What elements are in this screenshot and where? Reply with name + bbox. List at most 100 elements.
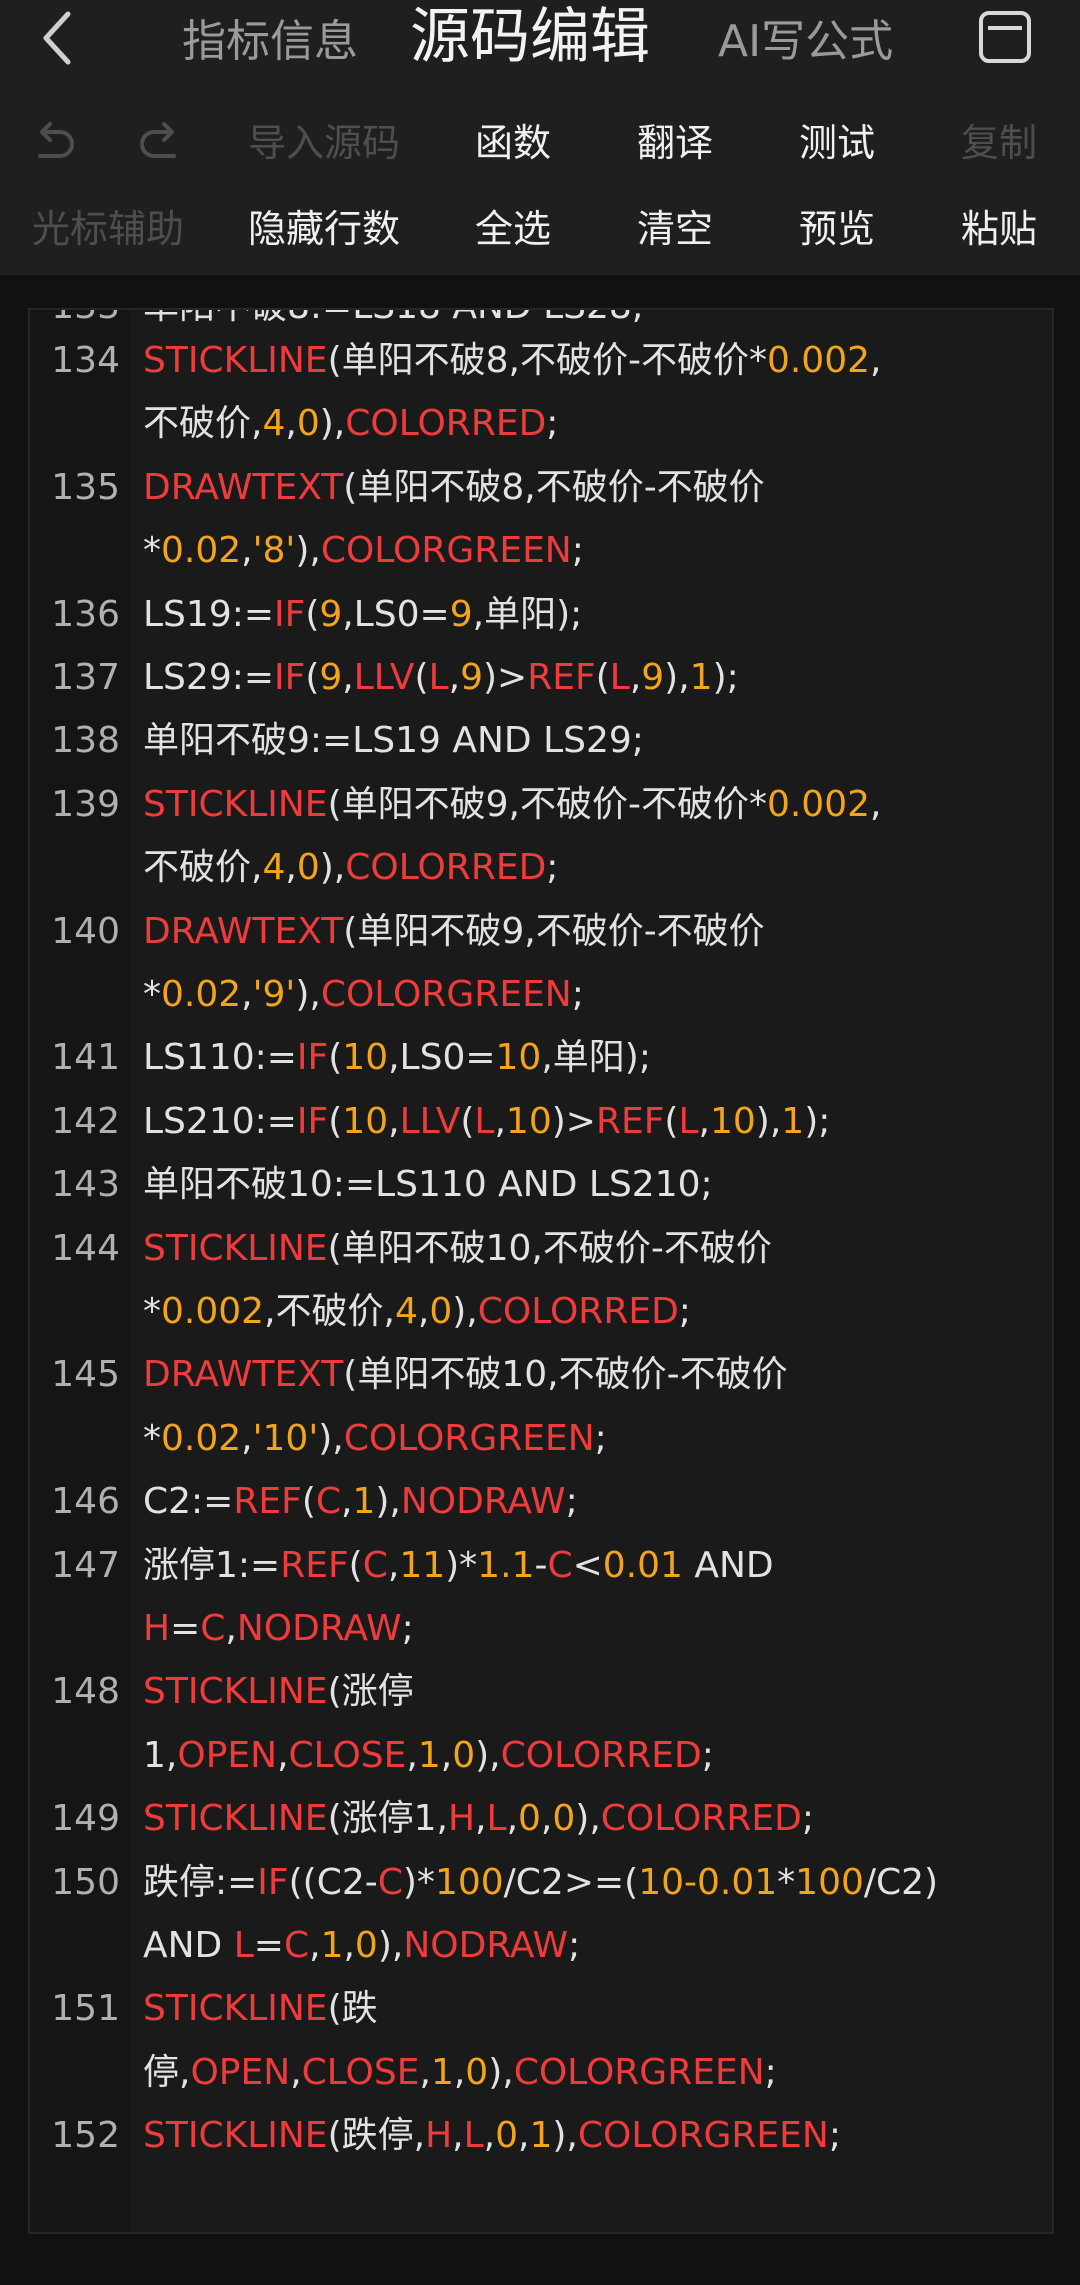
code-text: , [309,1925,321,1966]
code-line[interactable]: 涨停1:=REF(C,11)*1.1-C<0.01 AND [143,1541,774,1591]
code-line[interactable]: *0.02,'10'),COLORGREEN; [143,1414,607,1464]
function-button[interactable]: 函数 [438,118,588,168]
code-text: ; [701,1734,714,1776]
code-text: , [388,1100,400,1142]
import-source-button[interactable]: 导入源码 [248,118,400,168]
code-line[interactable]: C2:=REF(C,1),NODRAW; [143,1477,578,1527]
code-text: (单阳不破9,不破价-不破价* [327,783,767,825]
code-keyword: C [283,1925,310,1966]
cursor-assist-button[interactable]: 光标辅助 [32,204,184,254]
code-line[interactable]: LS29:=IF(9,LLV(L,9)>REF(L,9),1); [143,653,739,703]
code-line[interactable]: STICKLINE(单阳不破9,不破价-不破价*0.002, [143,780,881,830]
code-text: LS210:= [143,1100,297,1142]
line-number: 142 [51,1100,120,1142]
tab-ai-formula[interactable]: AI写公式 [718,14,893,70]
code-number: 0 [354,1925,378,1966]
code-editor[interactable]: 133 单阳不破8:=LS18 AND LS28; 134STICKLINE(单… [28,308,1054,2234]
code-line[interactable]: 不破价,4,0),COLORRED; [143,399,558,449]
code-text: , [417,1291,430,1332]
code-line[interactable]: *0.02,'8'),COLORGREEN; [143,526,584,576]
code-number: 10-0.01 [638,1861,778,1903]
code-text: = [253,1925,284,1966]
code-text: , [629,657,642,698]
code-text: ; [764,2051,777,2093]
code-number: 9 [460,657,484,698]
chevron-left-icon[interactable] [34,8,84,68]
code-keyword: DRAWTEXT [143,910,344,952]
code-line[interactable]: LS110:=IF(10,LS0=10,单阳); [143,1033,651,1083]
code-number: 0 [429,1291,453,1332]
code-text: ; [678,1291,691,1332]
code-line[interactable]: AND L=C,1,0),NODRAW; [143,1921,580,1971]
code-keyword: LLV [399,1100,461,1142]
save-icon[interactable] [978,10,1032,64]
code-text: , [277,1734,289,1776]
line-number: 141 [51,1037,120,1079]
code-number: 10 [709,1100,756,1142]
code-keyword: COLORRED [345,403,547,445]
paste-button[interactable]: 粘贴 [924,204,1074,254]
code-text: , [440,1734,453,1776]
line-number: 140 [51,910,120,952]
code-keyword: OPEN [190,2051,291,2093]
tab-source-edit[interactable]: 源码编辑 [410,2,650,72]
code-line[interactable]: STICKLINE(跌 [143,1984,378,2034]
code-number: 0 [465,2051,489,2093]
code-line[interactable]: 1,OPEN,CLOSE,1,0),COLORRED; [143,1731,714,1781]
code-keyword: STICKLINE [143,1227,328,1269]
code-line[interactable]: DRAWTEXT(单阳不破10,不破价-不破价 [143,1350,788,1400]
code-keyword: STICKLINE [143,783,328,825]
code-line[interactable]: LS210:=IF(10,LLV(L,10)>REF(L,10),1); [143,1097,830,1147]
code-text: , [483,2115,496,2157]
code-text: , [290,2051,302,2093]
code-line[interactable]: STICKLINE(单阳不破8,不破价-不破价*0.002, [143,336,881,386]
test-button[interactable]: 测试 [762,118,912,168]
code-text: LS110:= [143,1037,297,1079]
code-keyword: COLORGREEN [343,1417,595,1459]
undo-icon[interactable] [30,120,76,164]
code-text: (单阳不破10,不破价-不破价 [343,1354,788,1396]
code-text: ( [305,657,320,698]
code-line[interactable]: 不破价,4,0),COLORRED; [143,843,558,893]
code-number: 9 [641,657,665,698]
code-text: )> [483,657,528,698]
code-line[interactable]: LS19:=IF(9,LS0=9,单阳); [143,590,582,640]
code-text: AND [143,1925,234,1966]
clear-button[interactable]: 清空 [600,204,750,254]
code-line[interactable]: *0.002,不破价,4,0),COLORRED; [143,1287,691,1337]
code-keyword: OPEN [177,1734,278,1776]
code-text: , [285,847,297,889]
code-keyword: DRAWTEXT [143,466,344,508]
code-number: 9 [319,657,343,698]
copy-button[interactable]: 复制 [924,118,1074,168]
code-text: LS19:= [143,593,275,635]
code-line[interactable]: STICKLINE(涨停 [143,1667,414,1717]
redo-icon[interactable] [138,120,184,164]
code-line[interactable]: STICKLINE(涨停1,H,L,0,0),COLORRED; [143,1794,814,1844]
code-text: ; [571,974,584,1015]
code-line[interactable]: DRAWTEXT(单阳不破8,不破价-不破价 [143,463,765,513]
code-line[interactable]: DRAWTEXT(单阳不破9,不破价-不破价 [143,907,765,957]
code-number: '10' [252,1417,319,1459]
code-text: ); [804,1100,831,1142]
hide-line-numbers-button[interactable]: 隐藏行数 [248,204,400,254]
code-number: 1 [529,2115,553,2157]
select-all-button[interactable]: 全选 [438,204,588,254]
preview-button[interactable]: 预览 [762,204,912,254]
code-line[interactable]: H=C,NODRAW; [143,1604,414,1654]
code-line[interactable]: 停,OPEN,CLOSE,1,0),COLORGREEN; [143,2048,777,2098]
translate-button[interactable]: 翻译 [600,118,750,168]
code-line[interactable]: 跌停:=IF((C2-C)*100/C2>=(10-0.01*100/C2) [143,1858,938,1908]
tab-indicator-info[interactable]: 指标信息 [182,14,358,70]
code-line[interactable]: STICKLINE(跌停,H,L,0,1),COLORGREEN; [143,2111,841,2161]
code-text: 停, [143,2051,191,2093]
code-text: , [343,1925,355,1966]
code-text: 单阳不破10:=LS110 AND LS210; [143,1164,713,1206]
code-text: , [241,974,253,1015]
code-line[interactable]: 单阳不破9:=LS19 AND LS29; [143,716,644,766]
code-line[interactable]: *0.02,'9'),COLORGREEN; [143,970,584,1020]
top-bar: 指标信息 源码编辑 AI写公式 导入源码 函数 翻译 测试 复制 光标辅助 隐藏… [0,0,1080,275]
code-line-partial[interactable]: 单阳不破8:=LS18 AND LS28; [143,310,644,332]
code-line[interactable]: 单阳不破10:=LS110 AND LS210; [143,1160,713,1210]
code-line[interactable]: STICKLINE(单阳不破10,不破价-不破价 [143,1224,772,1274]
